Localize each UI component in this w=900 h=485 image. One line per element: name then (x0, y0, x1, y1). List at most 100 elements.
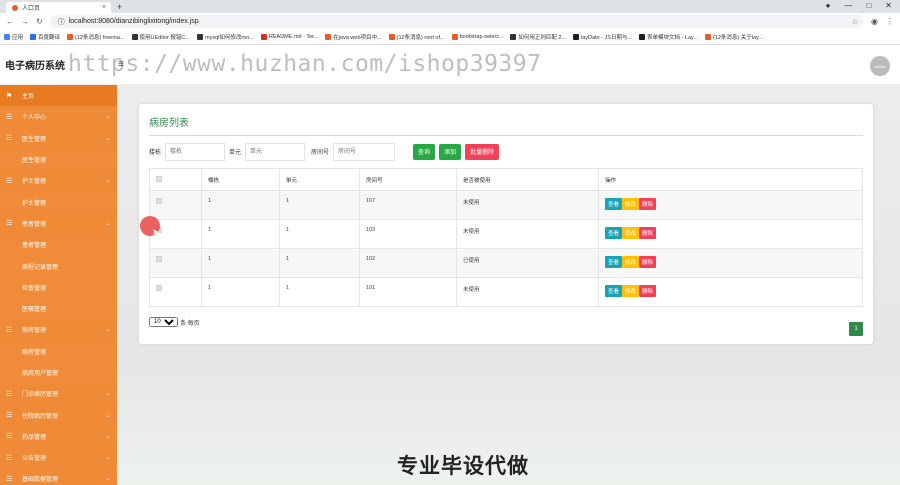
bookmark-favicon-icon (639, 34, 646, 40)
delete-button[interactable]: 删除 (639, 198, 657, 210)
sidebar-item[interactable]: 医生管理 (0, 148, 117, 171)
view-button[interactable]: 查看 (605, 256, 623, 268)
bookmark-item[interactable]: layDate - JS日期与... (573, 33, 632, 41)
reload-icon[interactable]: ↻ (36, 17, 43, 26)
sidebar-item-label: 医生管理 (22, 158, 47, 165)
bookmark-item[interactable]: (12条消息) root of... (388, 33, 445, 41)
sidebar-item[interactable]: ☰ 个人中心 ⌄ (0, 106, 117, 128)
address-bar[interactable]: ⓘ localhost:8080/dianzibinglixitong/inde… (49, 15, 865, 28)
sidebar-item[interactable]: ☰ 护士管理 ⌄ (0, 170, 117, 192)
bookmark-item[interactable]: 如何用正则匹配 2... (510, 33, 566, 41)
bookmark-favicon-icon (260, 34, 267, 40)
delete-button[interactable]: 删除 (639, 227, 657, 239)
sidebar-item[interactable]: 病房管理 (0, 340, 117, 362)
select-all-header[interactable] (149, 168, 202, 191)
sidebar-item[interactable]: ☰ 医生管理 ⌄ (0, 127, 117, 149)
row-checkbox[interactable] (156, 198, 162, 204)
bookmark-item[interactable]: 在java web项目中... (325, 33, 382, 41)
profile-icon[interactable]: ◉ (871, 17, 878, 26)
close-window-icon[interactable]: ✕ (885, 1, 892, 10)
address-row: ← → ↻ ⓘ localhost:8080/dianzibinglixiton… (0, 13, 900, 30)
account-icon[interactable]: ● (826, 1, 831, 10)
bookmarks-bar: 应用 百度翻译 (12条消息) freema... 使用UEditor 报错C... m… (0, 30, 900, 45)
bookmark-item[interactable]: 百度翻译 (30, 33, 60, 41)
bookmark-item[interactable]: (12条消息) freema... (67, 33, 125, 41)
add-button[interactable]: 添加 (439, 143, 462, 160)
batch-delete-button[interactable]: 批量删除 (465, 143, 500, 160)
edit-button[interactable]: 修改 (622, 227, 640, 239)
sidebar-item-label: 住院病历管理 (22, 413, 59, 420)
main-content: 病房列表 楼栋 单元 房间号 查询 添加 批量删除 楼栋 单元 房间 (117, 85, 900, 485)
sidebar-item[interactable]: 病程记录管理 (0, 255, 117, 277)
room-input[interactable] (333, 142, 396, 161)
bookmark-item[interactable]: (12条消息) 关于lay... (704, 33, 763, 41)
view-button[interactable]: 查看 (605, 285, 623, 297)
search-button[interactable]: 查询 (413, 143, 436, 160)
cell-used: 未使用 (456, 277, 599, 307)
sidebar-item[interactable]: ☰ 药品管理 ⌄ (0, 425, 117, 448)
sidebar-item[interactable]: 检查管理 (0, 276, 117, 298)
sidebar-item[interactable]: ☰ 患者管理 ⌄ (0, 212, 117, 235)
list-icon: ☰ (6, 326, 13, 334)
select-all-checkbox[interactable] (156, 175, 162, 182)
url-text[interactable]: localhost:8080/dianzibinglixitong/index.… (69, 18, 199, 25)
bookmark-item[interactable]: 应用 (4, 33, 23, 41)
body-area: ⚑ 主页 ☰ 个人中心 ⌄ ☰ 医生管理 ⌄ 医生管理 ☰ 护士管理 ⌄ 护士管理 ☰ 患者管理 ⌄ 患者管理病… (0, 85, 900, 485)
sidebar-item-label: 公告管理 (22, 456, 47, 463)
sidebar-item[interactable]: ☰ 住院病历管理 ⌄ (0, 404, 117, 426)
cell-building: 1 (201, 190, 280, 220)
sidebar-item[interactable]: ☰ 病房管理 ⌄ (0, 319, 117, 341)
back-icon[interactable]: ← (6, 17, 14, 26)
sidebar-item[interactable]: ☰ 门诊病历管理 ⌄ (0, 383, 117, 405)
window-controls: ● — □ ✕ (826, 1, 892, 10)
cell-building: 1 (201, 248, 280, 278)
list-icon: ☰ (6, 135, 13, 143)
view-button[interactable]: 查看 (605, 227, 623, 239)
delete-button[interactable]: 删除 (639, 256, 657, 268)
building-input[interactable] (165, 142, 226, 161)
delete-button[interactable]: 删除 (639, 285, 657, 297)
cell-used: 未使用 (456, 190, 599, 220)
sidebar-item[interactable]: 患者管理 (0, 234, 117, 256)
bookmark-item[interactable]: 表单模块文档 - Lay... (639, 33, 698, 41)
bookmark-label: 如何用正则匹配 2... (518, 35, 566, 41)
view-button[interactable]: 查看 (605, 198, 623, 210)
edit-button[interactable]: 修改 (622, 256, 640, 268)
menu-dots-icon[interactable]: ⋮ (886, 17, 894, 26)
bookmark-item[interactable]: mysql如何修改roo... (196, 33, 254, 41)
bookmark-item[interactable]: 使用UEditor 报错C... (131, 33, 190, 41)
row-checkbox[interactable] (156, 285, 162, 291)
avatar[interactable]: abode (870, 56, 890, 76)
header-actions: 操作 (598, 168, 863, 191)
tab-favicon-icon (12, 4, 18, 11)
info-icon[interactable]: ⓘ (58, 17, 65, 27)
minimize-icon[interactable]: — (844, 1, 852, 10)
forward-icon[interactable]: → (21, 17, 29, 26)
unit-input[interactable] (245, 142, 306, 161)
sidebar-item[interactable]: ☰ 公告管理 ⌄ (0, 447, 117, 469)
sidebar-item[interactable]: ⚑ 主页 (0, 85, 117, 107)
sidebar-item[interactable]: 病房用户管理 (0, 361, 117, 384)
cell-actions: 查看 修改 删除 (598, 190, 863, 220)
edit-button[interactable]: 修改 (622, 285, 640, 297)
sidebar-item-label: 基础数据管理 (22, 477, 59, 484)
bookmark-star-icon[interactable]: ☆ (852, 18, 858, 26)
page-number-button[interactable]: 1 (849, 322, 863, 336)
edit-button[interactable]: 修改 (622, 198, 640, 210)
bookmark-item[interactable]: bootstrap-select... (451, 34, 503, 40)
browser-tab[interactable]: 人口页 × (6, 2, 111, 13)
sidebar-item[interactable]: 医嘱管理 (0, 297, 117, 320)
sidebar-item[interactable]: ☰ 基础数据管理 ⌄ (0, 468, 117, 485)
app-header: 电子病历系统 ≡ https://www.huzhan.com/ishop393… (0, 45, 900, 85)
bookmark-item[interactable]: README.md - Ter... (260, 34, 318, 40)
chevron-down-icon: ⌄ (104, 476, 110, 483)
page-size-select[interactable]: 10 (149, 317, 178, 327)
cell-actions: 查看 修改 删除 (598, 277, 863, 307)
new-tab-button[interactable]: + (117, 2, 122, 13)
header-building: 楼栋 (201, 168, 280, 191)
row-checkbox[interactable] (156, 256, 162, 262)
maximize-icon[interactable]: □ (866, 1, 871, 10)
tab-close-icon[interactable]: × (102, 4, 106, 11)
sidebar-item[interactable]: 护士管理 (0, 191, 117, 213)
cell-select (149, 248, 202, 278)
